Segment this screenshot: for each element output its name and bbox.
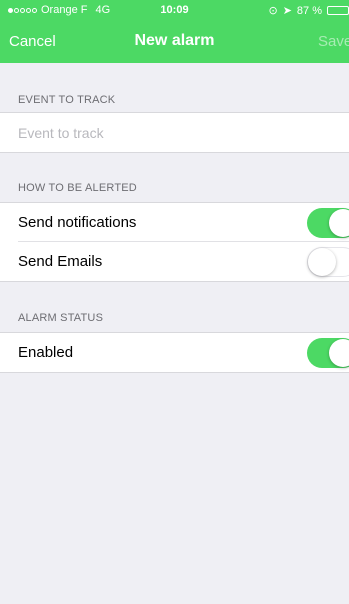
send-notifications-label: Send notifications <box>18 214 137 231</box>
location-icon: ➤ <box>282 5 292 17</box>
event-to-track-input[interactable] <box>18 113 349 152</box>
toggle-knob <box>329 209 349 237</box>
section-header-alerts: HOW TO BE ALERTED <box>18 182 137 194</box>
status-group: Enabled <box>0 332 349 373</box>
toggle-knob <box>308 248 336 276</box>
cancel-button[interactable]: Cancel <box>9 33 56 50</box>
save-button[interactable]: Save <box>318 33 349 50</box>
event-row <box>18 113 349 152</box>
enabled-label: Enabled <box>18 344 74 361</box>
list-item: Enabled <box>18 333 349 372</box>
list-item: Send Emails <box>18 242 349 281</box>
battery-percent: 87 % <box>296 4 322 17</box>
top-bar: Orange F 4G 10:09 ⊙ ➤ 87 % Cancel New al… <box>0 0 349 63</box>
lock-rotation-icon: ⊙ <box>268 5 278 17</box>
list-item: Send notifications <box>18 203 349 242</box>
send-emails-toggle[interactable] <box>307 247 349 277</box>
send-emails-label: Send Emails <box>18 253 103 270</box>
status-bar: Orange F 4G 10:09 ⊙ ➤ 87 % <box>0 0 349 20</box>
new-alarm-screen: Orange F 4G 10:09 ⊙ ➤ 87 % Cancel New al… <box>0 0 349 604</box>
section-header-event: EVENT TO TRACK <box>18 94 116 106</box>
send-notifications-toggle[interactable] <box>307 208 349 238</box>
battery-icon <box>327 6 349 15</box>
navigation-bar: Cancel New alarm Save <box>0 20 349 63</box>
enabled-toggle[interactable] <box>307 338 349 368</box>
toggle-knob <box>329 339 349 367</box>
status-right: ⊙ ➤ 87 % <box>268 4 349 17</box>
section-header-status: ALARM STATUS <box>18 312 104 324</box>
event-group <box>0 112 349 153</box>
alerts-group: Send notifications Send Emails <box>0 202 349 282</box>
